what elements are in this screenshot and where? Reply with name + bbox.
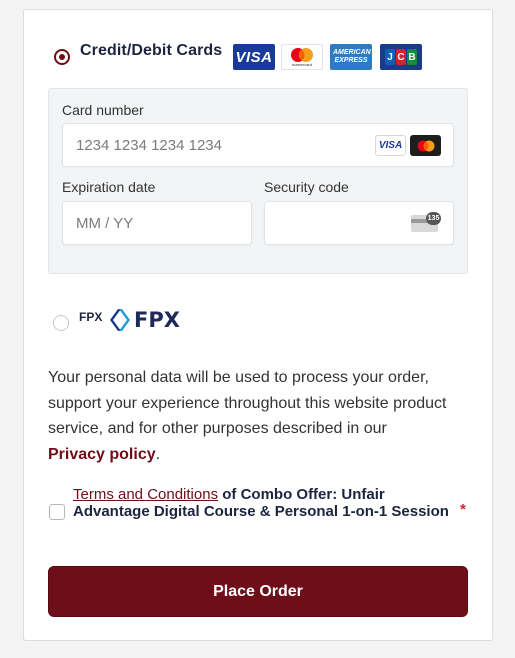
- place-order-button[interactable]: Place Order: [48, 566, 468, 617]
- checkout-payment-panel: Credit/Debit Cards VISA mastercard AMERI…: [23, 9, 493, 641]
- expiry-label: Expiration date: [62, 179, 156, 195]
- fpx-option[interactable]: [53, 315, 69, 331]
- privacy-notice: Your personal data will be used to proce…: [48, 369, 447, 463]
- security-code-label: Security code: [264, 179, 349, 195]
- card-details-form: Card number 1234 1234 1234 1234 VISA Exp…: [48, 88, 468, 274]
- cvc-card-icon: 135: [411, 212, 441, 232]
- amex-logo-icon: AMERICAN EXPRESS: [330, 44, 372, 70]
- mastercard-mini-icon: [410, 135, 441, 156]
- jcb-logo-icon: J C B: [380, 44, 422, 70]
- terms-checkbox[interactable]: [49, 504, 65, 520]
- credit-card-radio[interactable]: [54, 49, 70, 65]
- terms-label: Terms and Conditions of Combo Offer: Unf…: [73, 486, 449, 520]
- credit-card-option[interactable]: [54, 49, 70, 65]
- fpx-small-label: FPX: [79, 310, 103, 324]
- visa-logo-icon: VISA: [233, 44, 275, 70]
- card-number-label: Card number: [62, 102, 144, 118]
- privacy-policy-link[interactable]: Privacy policy: [48, 446, 156, 463]
- fpx-logo-icon: FPX: [108, 307, 180, 333]
- required-asterisk: *: [460, 501, 466, 518]
- expiry-input[interactable]: MM / YY: [62, 201, 252, 245]
- mastercard-logo-icon: mastercard: [281, 44, 323, 70]
- fpx-radio[interactable]: [53, 315, 69, 331]
- terms-link[interactable]: Terms and Conditions: [73, 486, 218, 503]
- visa-mini-icon: VISA: [375, 135, 406, 156]
- credit-card-label: Credit/Debit Cards: [80, 42, 223, 59]
